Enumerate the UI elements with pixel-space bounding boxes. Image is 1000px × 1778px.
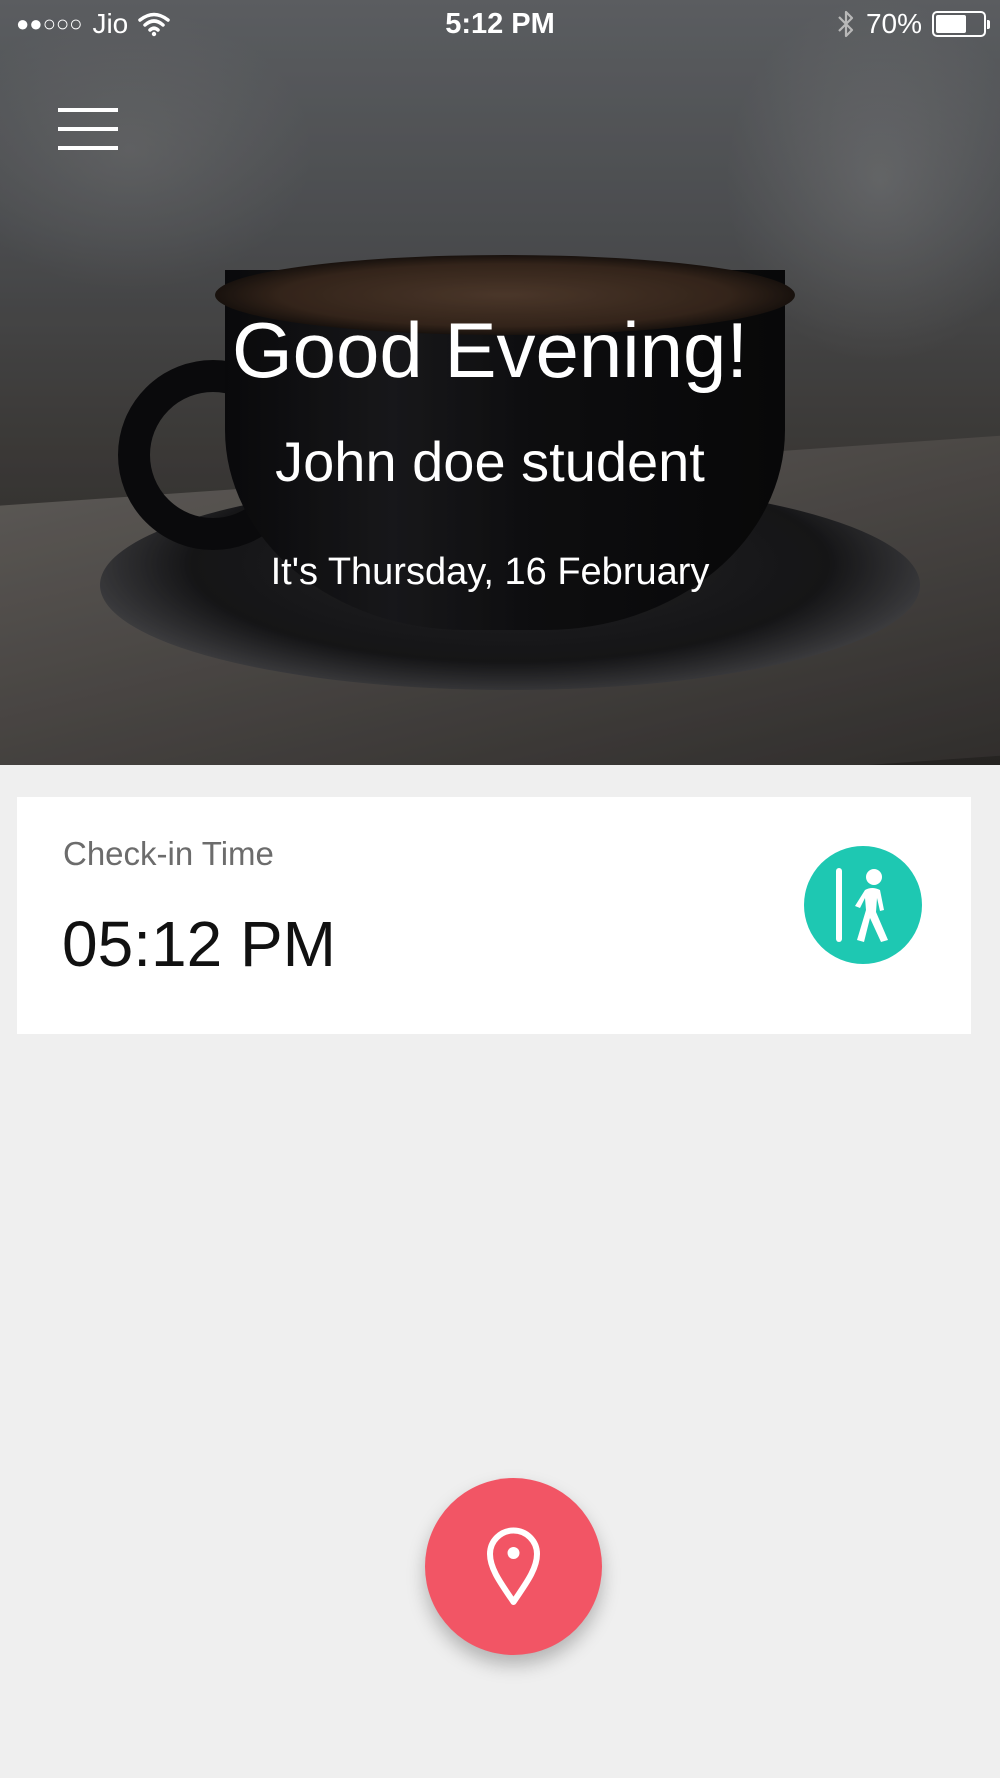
- battery-fill: [936, 15, 967, 33]
- location-pin-icon: [487, 1527, 540, 1605]
- status-bar: ●●○○○ Jio 5:12 PM 70%: [0, 0, 1000, 50]
- battery-icon: [932, 11, 990, 37]
- checkin-card: Check-in Time 05:12 PM: [17, 797, 971, 1034]
- hamburger-menu-icon[interactable]: [58, 108, 118, 150]
- location-button[interactable]: [425, 1478, 602, 1655]
- checkin-time-value: 05:12 PM: [62, 908, 336, 980]
- person-walking-door-svg: [836, 868, 888, 942]
- greeting-title: Good Evening!: [231, 306, 749, 394]
- bluetooth-icon: [838, 10, 854, 38]
- user-name: John doe student: [275, 430, 705, 493]
- person-walking-door-icon[interactable]: [804, 846, 922, 964]
- checkin-label: Check-in Time: [63, 835, 274, 872]
- date-text: It's Thursday, 16 February: [270, 551, 710, 593]
- battery-percent: 70%: [865, 8, 922, 39]
- status-right: 70%: [836, 8, 990, 40]
